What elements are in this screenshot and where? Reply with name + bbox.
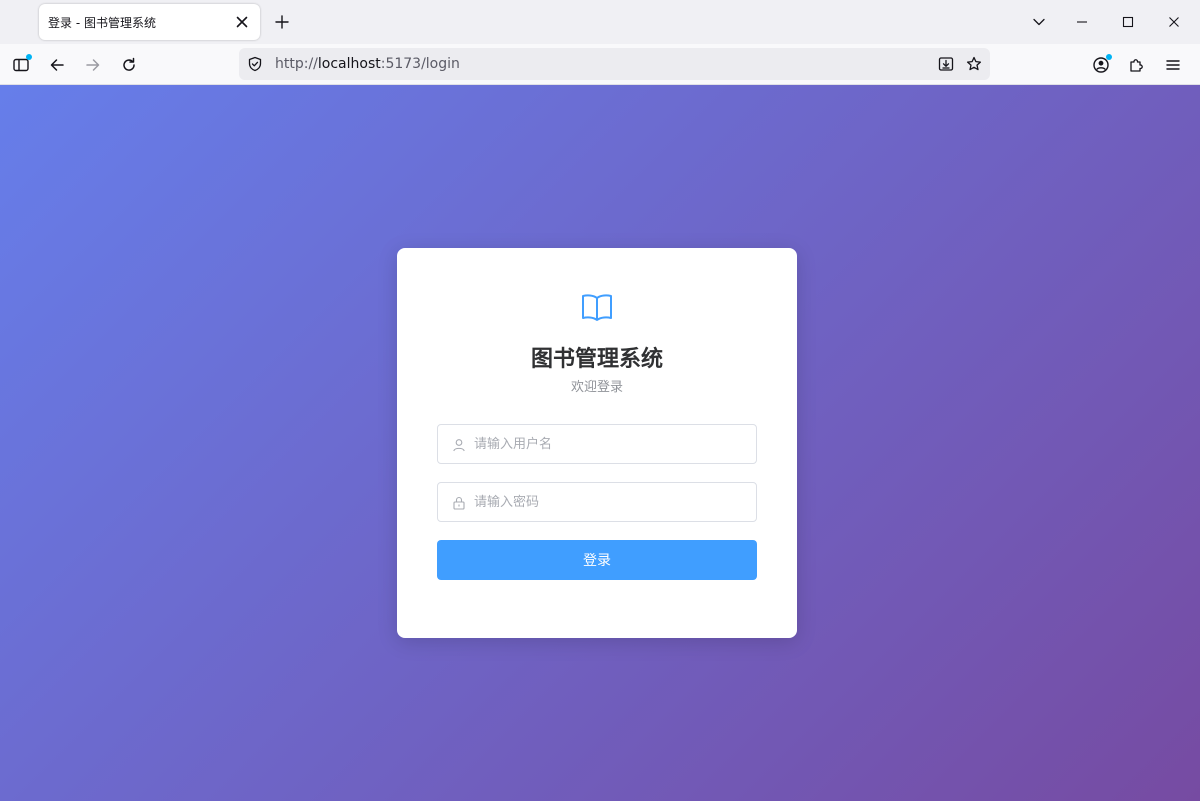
url-scheme: http://	[275, 56, 318, 72]
sidebar-icon[interactable]	[7, 51, 35, 79]
arrow-left-icon[interactable]	[43, 51, 71, 79]
login-card: 图书管理系统 欢迎登录 登录	[397, 248, 797, 638]
url-host: localhost	[317, 56, 381, 72]
plus-icon[interactable]	[270, 10, 294, 34]
password-field[interactable]	[437, 482, 757, 522]
lock-icon	[452, 495, 466, 510]
shield-icon[interactable]	[245, 54, 265, 74]
notification-dot	[1106, 54, 1112, 60]
url-path: :5173/login	[380, 56, 460, 72]
account-icon[interactable]	[1087, 51, 1115, 79]
chevron-down-icon[interactable]	[1027, 10, 1051, 34]
user-icon	[452, 437, 466, 452]
reload-icon[interactable]	[115, 51, 143, 79]
hamburger-icon[interactable]	[1159, 51, 1187, 79]
password-input[interactable]	[474, 483, 744, 521]
page-subtitle: 欢迎登录	[570, 380, 623, 395]
username-field[interactable]	[437, 424, 757, 464]
star-icon[interactable]	[964, 54, 984, 74]
page-background: 图书管理系统 欢迎登录 登录	[0, 85, 1200, 801]
login-button[interactable]: 登录	[437, 540, 757, 580]
tab-title: 登录 - 图书管理系统	[48, 16, 156, 30]
browser-tab[interactable]: 登录 - 图书管理系统	[39, 4, 260, 40]
url-bar[interactable]: http://localhost:5173/login	[239, 48, 990, 80]
page-title: 图书管理系统	[530, 347, 663, 372]
book-icon	[580, 290, 614, 324]
close-window-icon[interactable]	[1162, 10, 1186, 34]
notification-dot	[26, 54, 32, 60]
tab-strip: 登录 - 图书管理系统	[0, 0, 1200, 44]
nav-toolbar: http://localhost:5173/login	[0, 44, 1200, 85]
arrow-right-icon[interactable]	[79, 51, 107, 79]
maximize-icon[interactable]	[1116, 10, 1140, 34]
puzzle-icon[interactable]	[1123, 51, 1151, 79]
minimize-icon[interactable]	[1070, 10, 1094, 34]
close-icon[interactable]	[232, 12, 252, 32]
download-icon[interactable]	[936, 54, 956, 74]
username-input[interactable]	[474, 425, 744, 463]
url-text[interactable]: http://localhost:5173/login	[275, 56, 460, 72]
